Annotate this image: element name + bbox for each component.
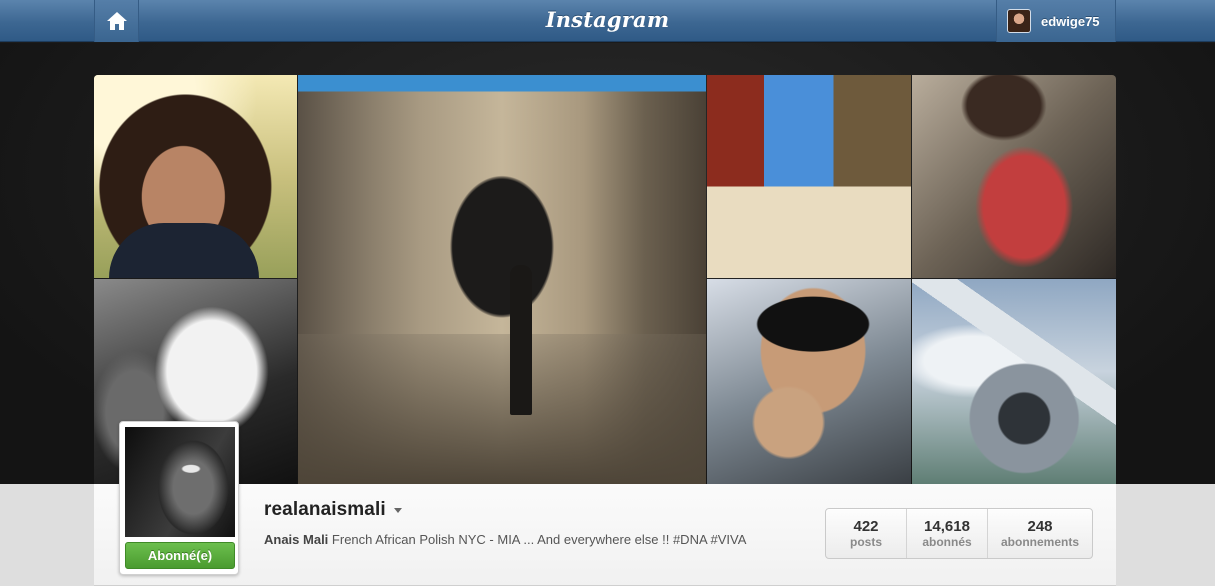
stat-label: posts xyxy=(849,534,882,549)
photo-tile[interactable] xyxy=(94,75,297,278)
photo-tile[interactable] xyxy=(912,75,1116,278)
stat-label: abonnements xyxy=(1000,534,1079,549)
profile-stats: 422 posts 14,618 abonnés 248 abonnements xyxy=(825,508,1093,559)
user-menu[interactable]: edwige75 xyxy=(996,0,1116,42)
photo-tile-large[interactable] xyxy=(298,75,706,484)
username-dropdown[interactable]: realanaismali xyxy=(264,498,402,522)
profile-bio: Anais Mali French African Polish NYC - M… xyxy=(264,532,746,547)
profile-avatar[interactable] xyxy=(125,427,235,537)
home-icon xyxy=(106,12,127,30)
photo-tile[interactable] xyxy=(707,279,911,484)
home-button[interactable] xyxy=(94,0,139,42)
profile-bio-text: French African Polish NYC - MIA ... And … xyxy=(331,532,747,547)
current-username: edwige75 xyxy=(1041,13,1100,29)
stat-label: abonnés xyxy=(922,534,972,549)
photo-grid xyxy=(94,75,1116,484)
instagram-logo[interactable]: Instagram xyxy=(540,4,675,36)
stat-following[interactable]: 248 abonnements xyxy=(988,509,1092,558)
stat-posts[interactable]: 422 posts xyxy=(826,509,907,558)
photo-tile[interactable] xyxy=(912,279,1116,484)
stat-count: 248 xyxy=(1027,517,1053,535)
profile-avatar-card: Abonné(e) xyxy=(119,421,239,575)
top-nav-bar: Instagram edwige75 xyxy=(0,0,1215,42)
stat-count: 422 xyxy=(853,517,879,535)
stat-count: 14,618 xyxy=(924,517,970,535)
user-avatar xyxy=(1007,9,1031,33)
profile-full-name: Anais Mali xyxy=(264,532,329,547)
follow-button[interactable]: Abonné(e) xyxy=(125,542,235,569)
stat-followers[interactable]: 14,618 abonnés xyxy=(907,509,988,558)
photo-tile[interactable] xyxy=(707,75,911,278)
profile-username: realanaismali xyxy=(264,499,386,520)
chevron-down-icon xyxy=(393,507,402,513)
